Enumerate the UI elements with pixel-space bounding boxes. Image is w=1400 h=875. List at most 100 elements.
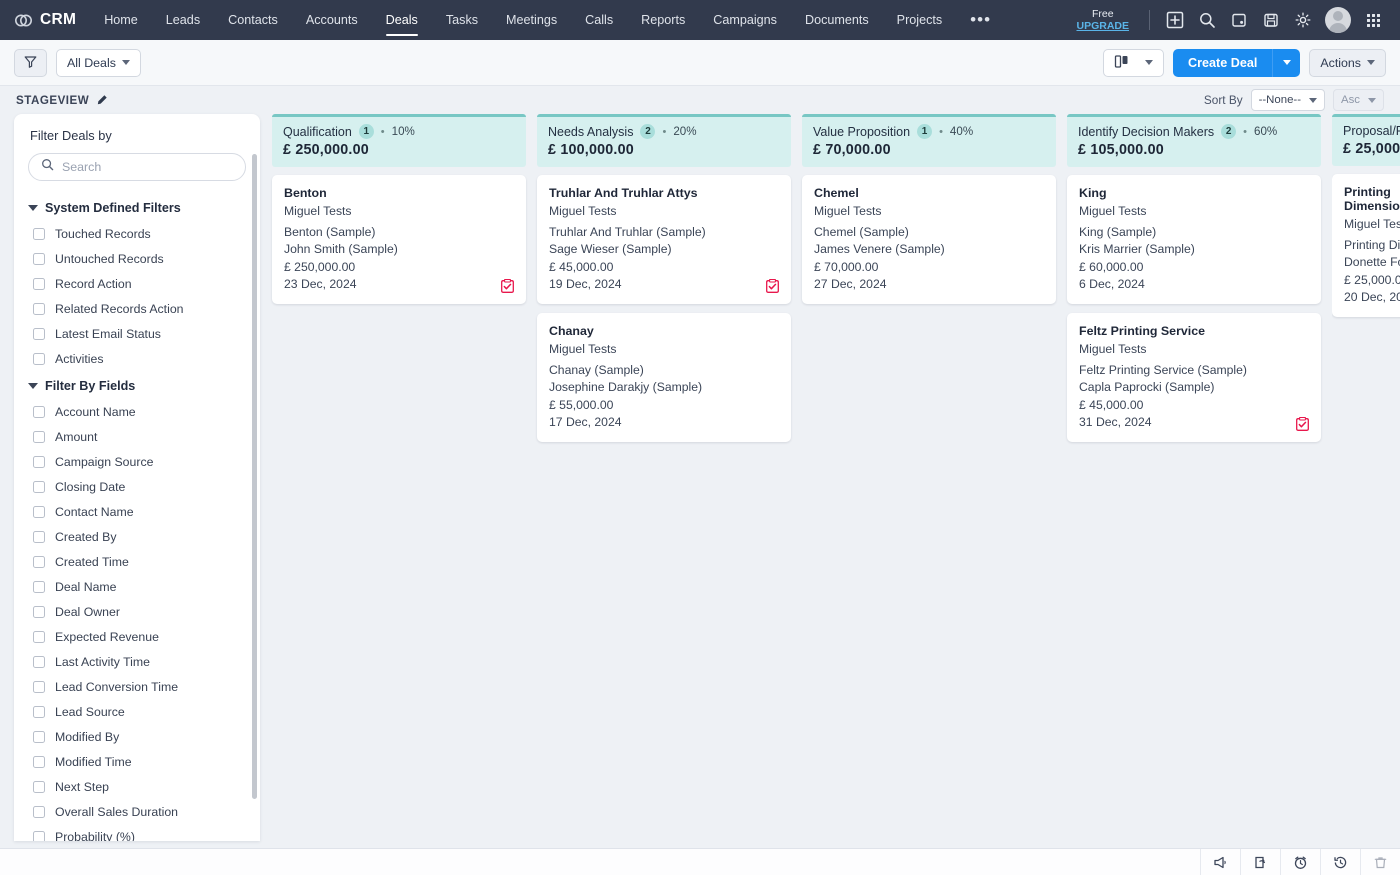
deal-card[interactable]: Benton Miguel Tests Benton (Sample) John Sm… (272, 175, 526, 304)
checkbox[interactable] (33, 352, 45, 365)
checkbox[interactable] (33, 480, 45, 493)
deal-card[interactable]: Truhlar And Truhlar Attys Miguel Tests Tru… (537, 175, 791, 304)
task-checklist-icon[interactable] (501, 278, 514, 293)
filter-option-touched-records[interactable]: Touched Records (14, 221, 260, 246)
filter-group-header-0[interactable]: System Defined Filters (14, 193, 260, 221)
trash-icon[interactable] (1360, 849, 1400, 875)
filter-option-deal-name[interactable]: Deal Name (14, 574, 260, 599)
filter-option-deal-owner[interactable]: Deal Owner (14, 599, 260, 624)
view-select-all-deals[interactable]: All Deals (56, 48, 141, 77)
checkbox[interactable] (33, 755, 45, 768)
sort-field-select[interactable]: --None-- (1250, 89, 1325, 111)
deal-card[interactable]: Printing Dimensions Miguel Tests Printing … (1332, 174, 1400, 317)
deal-card[interactable]: Chanay Miguel Tests Chanay (Sample) Josephi… (537, 312, 791, 442)
filter-option-activities[interactable]: Activities (14, 346, 260, 371)
filter-option-account-name[interactable]: Account Name (14, 399, 260, 424)
search-input[interactable] (62, 160, 233, 174)
checkbox[interactable] (33, 555, 45, 568)
checkbox[interactable] (33, 605, 45, 618)
checkbox[interactable] (33, 302, 45, 315)
filter-option-probability[interactable]: Probability (%) (14, 824, 260, 841)
sort-order-select[interactable]: Asc (1333, 89, 1384, 111)
nav-overflow-button[interactable]: ••• (956, 0, 1005, 40)
search-field-wrapper[interactable] (28, 153, 246, 181)
filter-option-contact-name[interactable]: Contact Name (14, 499, 260, 524)
nav-item-meetings[interactable]: Meetings (492, 0, 571, 40)
filter-option-created-by[interactable]: Created By (14, 524, 260, 549)
filter-option-modified-by[interactable]: Modified By (14, 724, 260, 749)
checkbox[interactable] (33, 505, 45, 518)
search-icon[interactable] (1192, 5, 1222, 35)
filter-option-amount[interactable]: Amount (14, 424, 260, 449)
share-arrow-icon[interactable] (1240, 849, 1280, 875)
checkbox[interactable] (33, 655, 45, 668)
upgrade-link[interactable]: Free UPGRADE (1066, 8, 1139, 32)
filter-option-campaign-source[interactable]: Campaign Source (14, 449, 260, 474)
history-clock-icon[interactable] (1320, 849, 1360, 875)
sidebar-scrollbar[interactable] (252, 154, 257, 799)
filter-group-header-1[interactable]: Filter By Fields (14, 371, 260, 399)
pencil-icon[interactable] (96, 94, 108, 106)
filter-option-next-step[interactable]: Next Step (14, 774, 260, 799)
filter-option-modified-time[interactable]: Modified Time (14, 749, 260, 774)
checkbox[interactable] (33, 580, 45, 593)
checkbox[interactable] (33, 430, 45, 443)
checkbox[interactable] (33, 277, 45, 290)
filter-option-expected-revenue[interactable]: Expected Revenue (14, 624, 260, 649)
checkbox[interactable] (33, 830, 45, 841)
task-checklist-icon[interactable] (766, 278, 779, 293)
nav-item-tasks[interactable]: Tasks (432, 0, 492, 40)
checkbox[interactable] (33, 780, 45, 793)
checkbox[interactable] (33, 680, 45, 693)
filter-option-record-action[interactable]: Record Action (14, 271, 260, 296)
nav-item-projects[interactable]: Projects (883, 0, 957, 40)
checkbox[interactable] (33, 252, 45, 265)
gear-icon[interactable] (1288, 5, 1318, 35)
filter-option-latest-email-status[interactable]: Latest Email Status (14, 321, 260, 346)
nav-item-accounts[interactable]: Accounts (292, 0, 372, 40)
filter-option-related-records-action[interactable]: Related Records Action (14, 296, 260, 321)
filter-toggle-button[interactable] (14, 48, 47, 77)
brand-logo[interactable]: CRM (10, 11, 90, 30)
plus-icon[interactable] (1160, 5, 1190, 35)
nav-item-home[interactable]: Home (90, 0, 152, 40)
checkbox[interactable] (33, 455, 45, 468)
create-deal-dropdown-button[interactable] (1272, 48, 1301, 77)
filter-option-untouched-records[interactable]: Untouched Records (14, 246, 260, 271)
nav-item-documents[interactable]: Documents (791, 0, 883, 40)
save-icon[interactable] (1256, 5, 1286, 35)
filter-option-last-activity-time[interactable]: Last Activity Time (14, 649, 260, 674)
filter-option-lead-conversion-time[interactable]: Lead Conversion Time (14, 674, 260, 699)
deal-card[interactable]: King Miguel Tests King (Sample) Kris Marrie… (1067, 175, 1321, 304)
filter-option-lead-source[interactable]: Lead Source (14, 699, 260, 724)
filter-option-overall-sales-duration[interactable]: Overall Sales Duration (14, 799, 260, 824)
actions-button[interactable]: Actions (1309, 48, 1386, 77)
checkbox[interactable] (33, 530, 45, 543)
nav-item-leads[interactable]: Leads (152, 0, 214, 40)
layout-toggle-button[interactable] (1103, 48, 1165, 77)
deal-card-footer: 27 Dec, 2024 (814, 276, 1044, 294)
checkbox[interactable] (33, 705, 45, 718)
checkbox[interactable] (33, 327, 45, 340)
alarm-clock-icon[interactable] (1280, 849, 1320, 875)
avatar[interactable] (1325, 7, 1351, 33)
checkbox[interactable] (33, 405, 45, 418)
filter-option-created-time[interactable]: Created Time (14, 549, 260, 574)
nav-item-calls[interactable]: Calls (571, 0, 627, 40)
deal-card[interactable]: Chemel Miguel Tests Chemel (Sample) James V… (802, 175, 1056, 304)
nav-item-deals[interactable]: Deals (372, 0, 432, 40)
checkbox[interactable] (33, 630, 45, 643)
nav-item-campaigns[interactable]: Campaigns (699, 0, 791, 40)
filter-option-closing-date[interactable]: Closing Date (14, 474, 260, 499)
checkbox[interactable] (33, 805, 45, 818)
nav-item-reports[interactable]: Reports (627, 0, 699, 40)
task-checklist-icon[interactable] (1296, 416, 1309, 431)
checkbox[interactable] (33, 227, 45, 240)
create-deal-button[interactable]: Create Deal (1173, 48, 1273, 77)
nav-item-contacts[interactable]: Contacts (214, 0, 292, 40)
announcement-icon[interactable] (1200, 849, 1240, 875)
checkbox[interactable] (33, 730, 45, 743)
deal-card[interactable]: Feltz Printing Service Miguel Tests Feltz … (1067, 312, 1321, 442)
apps-grid-icon[interactable] (1358, 5, 1388, 35)
calendar-icon[interactable] (1224, 5, 1254, 35)
